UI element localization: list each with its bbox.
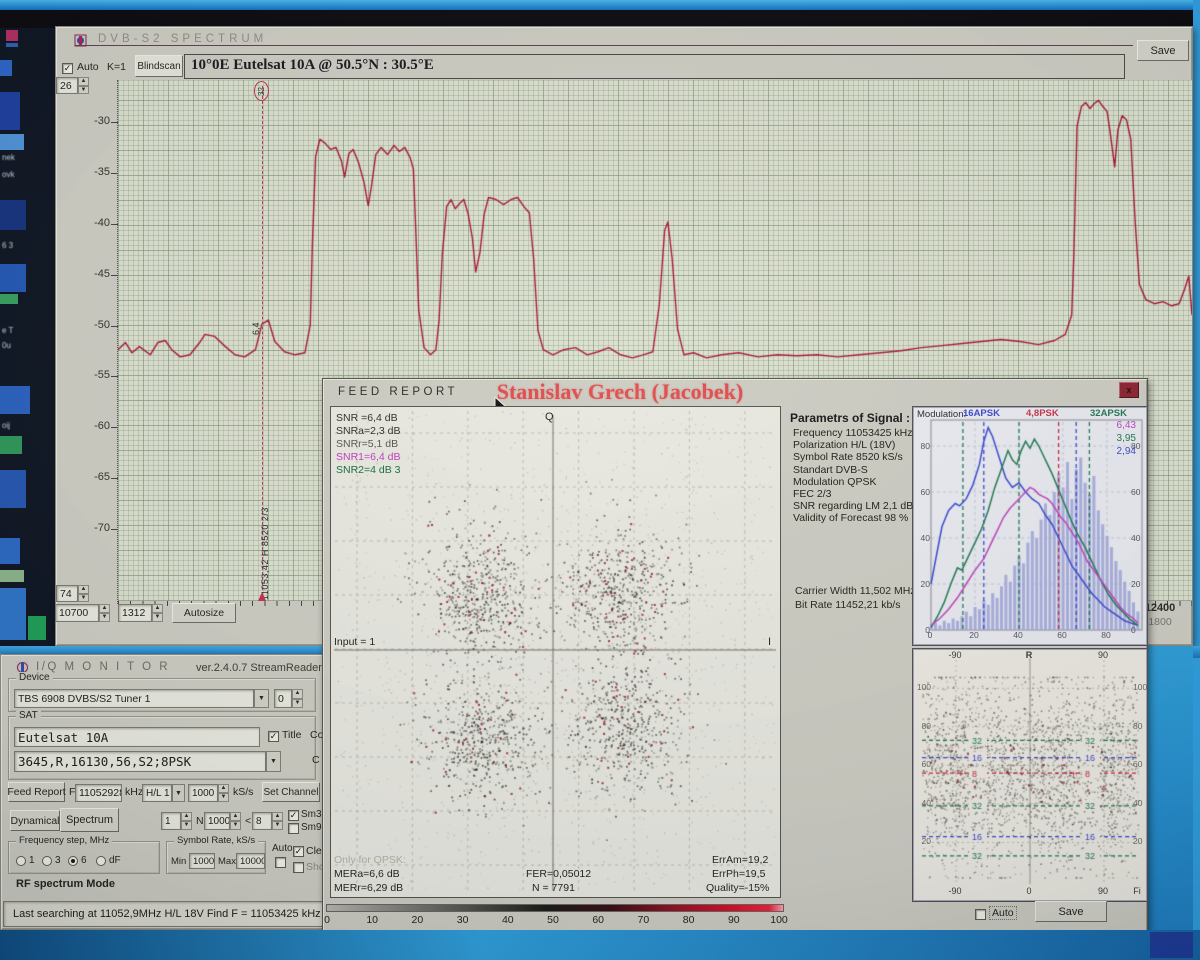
modulation-value: 3,95 bbox=[1096, 433, 1136, 444]
histogram-x-tick: 40 bbox=[1008, 630, 1028, 640]
phase-y-tick-right: 80 bbox=[1133, 721, 1149, 731]
screen: nekovk6 3e T0uoij DVB-S2 SPECTRUM Save A… bbox=[0, 0, 1200, 960]
modulation-legend-item: 16APSK bbox=[963, 408, 1000, 419]
histogram-x-tick: 60 bbox=[1052, 630, 1072, 640]
desktop-bottom-navy-block bbox=[1150, 932, 1193, 958]
desktop-bottom-strip bbox=[0, 930, 1200, 960]
phase-y-tick-left: 40 bbox=[915, 798, 931, 808]
quality-scale-label: 90 bbox=[717, 914, 751, 926]
histogram-y-tick-left: 20 bbox=[915, 579, 930, 589]
phase-bottom-label: 90 bbox=[1090, 886, 1116, 896]
phase-top-label: R bbox=[1016, 650, 1042, 660]
phase-y-tick-left: 20 bbox=[915, 836, 931, 846]
quality-scale-label: 100 bbox=[762, 914, 796, 926]
histogram-y-tick-left: 40 bbox=[915, 533, 930, 543]
histogram-y-tick-right: 0 bbox=[1131, 625, 1146, 635]
phase-y-tick-right: 60 bbox=[1133, 759, 1149, 769]
snr-line: SNR1=6,4 dB bbox=[336, 451, 401, 463]
snr-line: SNRa=2,3 dB bbox=[336, 425, 401, 437]
histogram-y-tick-left: 80 bbox=[915, 441, 930, 451]
histogram-y-tick-left: 0 bbox=[915, 625, 930, 635]
phase-bottom-label: 0 bbox=[1016, 886, 1042, 896]
phase-top-label: 90 bbox=[1090, 650, 1116, 660]
signal-param-line: Validity of Forecast 98 % bbox=[793, 512, 908, 524]
quality-scale-label: 20 bbox=[400, 914, 434, 926]
quality-scale-label: 50 bbox=[536, 914, 570, 926]
signal-param-line: Standart DVB-S bbox=[793, 464, 868, 476]
snr-line: SNR =6,4 dB bbox=[336, 412, 398, 424]
phase-bottom-label: -90 bbox=[942, 886, 968, 896]
quality-scale-label: 60 bbox=[581, 914, 615, 926]
phase-y-tick-right: 20 bbox=[1133, 836, 1149, 846]
modulation-legend-item: 32APSK bbox=[1090, 408, 1127, 419]
phase-y-tick-right: 40 bbox=[1133, 798, 1149, 808]
modulation-value: 6,43 bbox=[1096, 420, 1136, 431]
feed-generated: SNR =6,4 dBSNRa=2,3 dBSNRr=5,1 dBSNR1=6,… bbox=[0, 0, 1200, 960]
quality-scale-label: 40 bbox=[491, 914, 525, 926]
quality-scale-label: 80 bbox=[672, 914, 706, 926]
modulation-legend-item: 4,8PSK bbox=[1026, 408, 1059, 419]
signal-param-line: Frequency 11053425 kHz bbox=[793, 427, 912, 439]
feed-report-layer: FEED REPORT Stanislav Grech (Jacobek) x … bbox=[0, 0, 1200, 960]
phase-y-tick-left: 80 bbox=[915, 721, 931, 731]
histogram-y-tick-right: 60 bbox=[1131, 487, 1146, 497]
modulation-value: 2,94 bbox=[1096, 446, 1136, 457]
snr-line: SNRr=5,1 dB bbox=[336, 438, 398, 450]
histogram-y-tick-right: 40 bbox=[1131, 533, 1146, 543]
histogram-x-tick: 80 bbox=[1096, 630, 1116, 640]
phase-y-tick-left: 100 bbox=[915, 682, 931, 692]
quality-scale-label: 0 bbox=[310, 914, 344, 926]
histogram-x-tick: 20 bbox=[964, 630, 984, 640]
signal-param-line: Modulation QPSK bbox=[793, 476, 876, 488]
signal-param-line: SNR regarding LM 2,1 dB bbox=[793, 500, 913, 512]
signal-param-line: Polarization H/L (18V) bbox=[793, 439, 895, 451]
phase-y-tick-left: 60 bbox=[915, 759, 931, 769]
phase-y-tick-right: 100 bbox=[1133, 682, 1149, 692]
histogram-y-tick-right: 20 bbox=[1131, 579, 1146, 589]
histogram-y-tick-left: 60 bbox=[915, 487, 930, 497]
histogram-y-tick-right: 80 bbox=[1131, 441, 1146, 451]
signal-param-line: FEC 2/3 bbox=[793, 488, 832, 500]
quality-scale-label: 70 bbox=[626, 914, 660, 926]
quality-scale-label: 10 bbox=[355, 914, 389, 926]
quality-scale-label: 30 bbox=[446, 914, 480, 926]
phase-top-label: -90 bbox=[942, 650, 968, 660]
snr-line: SNR2=4 dB 3 bbox=[336, 464, 401, 476]
phase-bottom-label: Fi bbox=[1124, 886, 1150, 896]
signal-param-line: Symbol Rate 8520 kS/s bbox=[793, 451, 903, 463]
